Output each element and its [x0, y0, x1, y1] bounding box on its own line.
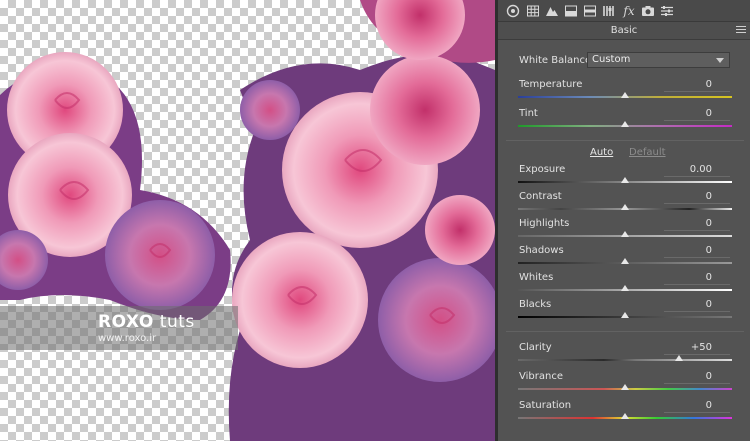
hsl-icon[interactable]	[602, 4, 616, 18]
whites-value[interactable]: 0	[664, 271, 730, 285]
panel-menu-icon[interactable]	[736, 26, 746, 35]
watermark-logo: ROXO tuts	[98, 312, 195, 332]
tint-label: Tint	[519, 108, 538, 119]
camera-icon[interactable]	[641, 4, 655, 18]
panel-title: Basic	[498, 22, 750, 40]
watermark: ROXO tuts www.roxo.ir	[0, 306, 238, 350]
shadows-slider-thumb[interactable]	[621, 258, 629, 264]
divider	[506, 140, 744, 141]
chevron-down-icon	[716, 58, 724, 63]
contrast-label: Contrast	[519, 191, 562, 202]
contrast-value[interactable]: 0	[664, 190, 730, 204]
default-link[interactable]: Default	[629, 147, 666, 158]
white-balance-value: Custom	[592, 54, 631, 65]
aperture-icon[interactable]	[506, 4, 520, 18]
vibrance-value[interactable]: 0	[664, 370, 730, 384]
exposure-value[interactable]: 0.00	[664, 163, 730, 177]
divider	[506, 331, 744, 332]
saturation-label: Saturation	[519, 400, 572, 411]
exposure-slider-thumb[interactable]	[621, 177, 629, 183]
highlights-value[interactable]: 0	[664, 217, 730, 231]
tint-slider-thumb[interactable]	[621, 121, 629, 127]
detail-icon[interactable]	[583, 4, 597, 18]
shadows-label: Shadows	[519, 245, 564, 256]
temperature-value[interactable]: 0	[664, 78, 730, 92]
clarity-value[interactable]: +50	[664, 341, 730, 355]
blacks-value[interactable]: 0	[664, 298, 730, 312]
white-balance-label: White Balance:	[519, 55, 595, 66]
split-toning-icon[interactable]	[564, 4, 578, 18]
contrast-slider-thumb[interactable]	[621, 204, 629, 210]
temperature-slider-thumb[interactable]	[621, 92, 629, 98]
grid-icon[interactable]	[526, 4, 540, 18]
tint-value[interactable]: 0	[664, 107, 730, 121]
presets-icon[interactable]	[660, 4, 674, 18]
whites-slider-thumb[interactable]	[621, 285, 629, 291]
clarity-slider-track[interactable]	[518, 359, 732, 361]
auto-link[interactable]: Auto	[590, 147, 613, 158]
fx-icon[interactable]: fx	[622, 4, 636, 18]
clarity-slider-thumb[interactable]	[674, 355, 683, 361]
image-canvas[interactable]: ROXO tuts www.roxo.ir	[0, 0, 495, 441]
saturation-value[interactable]: 0	[664, 399, 730, 413]
blacks-label: Blacks	[519, 299, 552, 310]
panel-tabs-toolbar: fx	[498, 0, 750, 22]
clarity-label: Clarity	[519, 342, 552, 353]
white-balance-select[interactable]: Custom	[587, 52, 730, 68]
highlights-slider-thumb[interactable]	[621, 231, 629, 237]
roses-image	[0, 0, 495, 441]
mountain-icon[interactable]	[545, 4, 559, 18]
whites-label: Whites	[519, 272, 554, 283]
shadows-value[interactable]: 0	[664, 244, 730, 258]
blacks-slider-thumb[interactable]	[621, 312, 629, 318]
temperature-label: Temperature	[519, 79, 583, 90]
vibrance-slider-thumb[interactable]	[621, 384, 629, 390]
saturation-slider-thumb[interactable]	[621, 413, 629, 419]
vibrance-label: Vibrance	[519, 371, 563, 382]
watermark-url: www.roxo.ir	[98, 333, 157, 344]
highlights-label: Highlights	[519, 218, 570, 229]
camera-raw-panel: fx Basic White Balance: Custom Temperatu…	[498, 0, 750, 441]
exposure-label: Exposure	[519, 164, 566, 175]
